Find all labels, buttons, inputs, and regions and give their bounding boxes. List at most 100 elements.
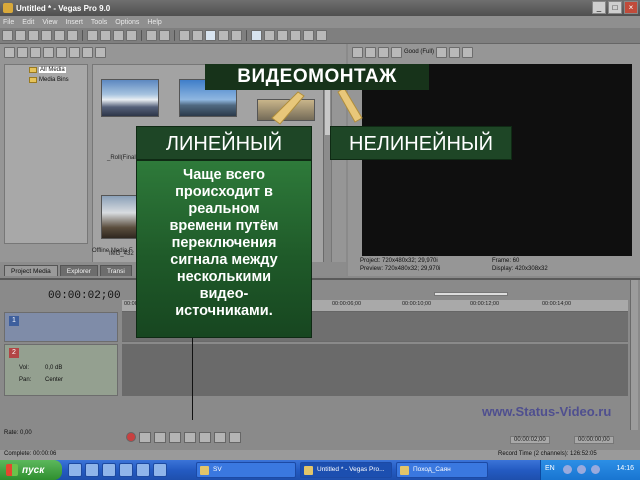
menu-insert[interactable]: Insert [65, 19, 83, 26]
normal-edit-tool-icon[interactable] [205, 30, 216, 41]
media-thumbnail[interactable] [257, 99, 315, 121]
delete-icon[interactable] [126, 30, 137, 41]
go-to-end-button[interactable] [229, 432, 241, 443]
media-scrollbar[interactable] [323, 65, 331, 263]
search-icon[interactable] [95, 46, 106, 58]
description-line: Чаще всего [183, 167, 265, 183]
tree-item-label: Media Bins [39, 77, 69, 83]
menu-file[interactable]: File [3, 19, 14, 26]
open-icon[interactable] [15, 30, 26, 41]
auto-crossfade-icon[interactable] [264, 30, 275, 41]
video-track-header[interactable]: 1 [4, 312, 118, 342]
save-snapshot-icon[interactable] [462, 46, 474, 58]
quick-launch-icon[interactable] [119, 463, 133, 477]
paste-icon[interactable] [113, 30, 124, 41]
audio-track-header[interactable]: 2 Vol: 0,0 dB Pan: Center [4, 344, 118, 396]
go-to-start-button[interactable] [214, 432, 226, 443]
loop-region-bar[interactable] [434, 292, 508, 296]
overlays-icon[interactable] [436, 46, 448, 58]
media-thumbnail[interactable] [101, 195, 139, 239]
menu-view[interactable]: View [42, 19, 57, 26]
close-button[interactable]: × [624, 1, 638, 14]
envelope-tool-icon[interactable] [218, 30, 229, 41]
system-tray: EN 14:16 [540, 460, 640, 480]
status-record-time: Record Time (2 channels): 126:52:05 [498, 451, 597, 457]
frame-info: Frame: 60 [492, 258, 520, 264]
taskbar-item-folder[interactable]: Поход_Саян [396, 462, 488, 478]
tray-icon[interactable] [563, 465, 572, 474]
lock-envelopes-icon[interactable] [290, 30, 301, 41]
views-icon[interactable] [82, 46, 93, 58]
maximize-button[interactable]: □ [608, 1, 622, 14]
new-project-icon[interactable] [2, 30, 13, 41]
properties-icon[interactable] [67, 30, 78, 41]
windows-taskbar: пуск SV Untitled * - Vegas Pro... Поход_… [0, 460, 640, 480]
play-button[interactable] [169, 432, 181, 443]
snapping-icon[interactable] [251, 30, 262, 41]
redo-icon[interactable] [159, 30, 170, 41]
record-button[interactable] [126, 432, 136, 442]
tray-icon[interactable] [591, 465, 600, 474]
quick-launch-icon[interactable] [85, 463, 99, 477]
trim-icon[interactable] [179, 30, 190, 41]
menu-bar: File Edit View Insert Tools Options Help [0, 16, 640, 28]
media-fx-icon[interactable] [56, 46, 67, 58]
preview-quality-icon[interactable] [391, 46, 402, 58]
split-icon[interactable] [192, 30, 203, 41]
quick-launch-icon[interactable] [102, 463, 116, 477]
start-button[interactable]: пуск [0, 460, 62, 480]
render-icon[interactable] [54, 30, 65, 41]
media-properties-icon[interactable] [69, 46, 80, 58]
tree-item-media-bins[interactable]: Media Bins [5, 75, 87, 85]
track-number: 1 [9, 316, 19, 326]
split-screen-icon[interactable] [378, 46, 389, 58]
pause-button[interactable] [184, 432, 196, 443]
play-from-start-button[interactable] [154, 432, 166, 443]
auto-ripple-icon[interactable] [277, 30, 288, 41]
menu-tools[interactable]: Tools [91, 19, 107, 26]
timeline-vertical-scrollbar[interactable] [630, 280, 638, 430]
preview-properties-icon[interactable] [352, 46, 363, 58]
quick-launch-icon[interactable] [153, 463, 167, 477]
title-bar: Untitled * - Vegas Pro 9.0 _ □ × [0, 0, 640, 16]
tab-project-media[interactable]: Project Media [4, 265, 58, 276]
selection-tool-icon[interactable] [231, 30, 242, 41]
media-thumbnail[interactable] [101, 79, 159, 117]
tree-item-all-media[interactable]: All Media [5, 65, 87, 75]
quick-launch-icon[interactable] [136, 463, 150, 477]
language-indicator[interactable]: EN [545, 465, 555, 472]
minimize-button[interactable]: _ [592, 1, 606, 14]
save-as-icon[interactable] [41, 30, 52, 41]
menu-help[interactable]: Help [147, 19, 161, 26]
tab-explorer[interactable]: Explorer [59, 265, 98, 276]
tab-transitions[interactable]: Transi [99, 265, 132, 276]
save-icon[interactable] [28, 30, 39, 41]
quick-launch-icon[interactable] [68, 463, 82, 477]
audio-track-lane[interactable] [122, 344, 628, 396]
stop-button[interactable] [199, 432, 211, 443]
toolbar-separator [174, 30, 175, 41]
loop-button[interactable] [139, 432, 151, 443]
preview-quality-select[interactable]: Good (Full) [404, 49, 434, 55]
remove-media-icon[interactable] [43, 46, 54, 58]
copy-snapshot-icon[interactable] [449, 46, 461, 58]
cut-icon[interactable] [87, 30, 98, 41]
menu-edit[interactable]: Edit [22, 19, 34, 26]
get-media-icon[interactable] [30, 46, 41, 58]
external-monitor-icon[interactable] [365, 46, 376, 58]
copy-icon[interactable] [100, 30, 111, 41]
menu-options[interactable]: Options [115, 19, 139, 26]
taskbar-item-sv[interactable]: SV [196, 462, 296, 478]
ignore-grouping-icon[interactable] [303, 30, 314, 41]
transport-controls [126, 432, 241, 443]
undo-icon[interactable] [146, 30, 157, 41]
overlay-nonlinear-label: НЕЛИНЕЙНЫЙ [330, 126, 512, 160]
description-line: видео- [199, 286, 249, 302]
tray-icon[interactable] [577, 465, 586, 474]
taskbar-item-vegas[interactable]: Untitled * - Vegas Pro... [300, 462, 392, 478]
import-media-icon[interactable] [4, 46, 15, 58]
capture-video-icon[interactable] [17, 46, 28, 58]
what-is-this-help-icon[interactable] [316, 30, 327, 41]
windows-logo-icon [6, 464, 18, 476]
volume-value: 0,0 dB [45, 365, 63, 371]
